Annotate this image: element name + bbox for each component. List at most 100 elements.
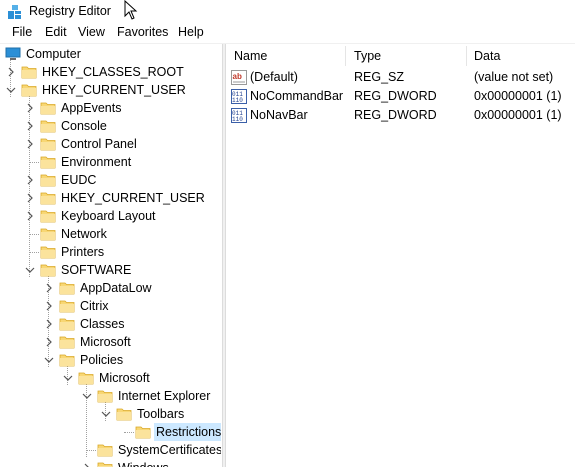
menu-help[interactable]: Help <box>176 25 206 39</box>
chevron-right-icon[interactable] <box>44 319 54 329</box>
folder-icon <box>59 318 75 331</box>
folder-icon <box>59 336 75 349</box>
tree-node-label: Keyboard Layout <box>61 209 156 223</box>
value-type: REG_DWORD <box>354 89 437 103</box>
folder-icon <box>97 444 113 457</box>
folder-icon <box>40 174 56 187</box>
folder-icon <box>97 462 113 467</box>
chevron-right-icon[interactable] <box>44 301 54 311</box>
chevron-right-icon[interactable] <box>25 121 35 131</box>
value-name: NoCommandBar <box>250 89 344 103</box>
folder-icon <box>40 264 56 277</box>
chevron-right-icon[interactable] <box>82 463 92 467</box>
tree-connector <box>29 252 39 254</box>
dword-value-icon: 011 110 <box>231 108 247 123</box>
tree-node-label: HKEY_CURRENT_USER <box>42 83 186 97</box>
value-data: (value not set) <box>474 70 554 84</box>
value-data: 0x00000001 (1) <box>474 89 562 103</box>
folder-icon <box>40 228 56 241</box>
folder-icon <box>78 372 94 385</box>
value-row[interactable]: ab (Default) REG_SZ (value not set) <box>226 68 575 87</box>
tree-node-label: AppDataLow <box>80 281 152 295</box>
menu-bar: File Edit View Favorites Help <box>0 23 575 43</box>
column-divider[interactable] <box>466 46 467 66</box>
svg-text:ab: ab <box>233 72 242 81</box>
tree-node-label: Control Panel <box>61 137 137 151</box>
chevron-right-icon[interactable] <box>6 67 16 77</box>
chevron-down-icon[interactable] <box>25 265 35 275</box>
folder-icon <box>40 210 56 223</box>
column-header-name[interactable]: Name <box>234 49 267 63</box>
tree-connector <box>86 450 96 452</box>
tree-node-label: EUDC <box>61 173 97 187</box>
folder-icon <box>21 66 37 79</box>
dword-value-icon: 011 110 <box>231 89 247 104</box>
tree-node-label: Computer <box>26 47 81 61</box>
chevron-right-icon[interactable] <box>44 337 54 347</box>
value-row[interactable]: 011 110 NoNavBar REG_DWORD 0x00000001 (1… <box>226 106 575 125</box>
registry-editor-icon <box>8 5 21 19</box>
folder-icon <box>40 102 56 115</box>
value-name: NoNavBar <box>250 108 308 122</box>
tree-connector <box>29 234 39 236</box>
folder-icon <box>40 192 56 205</box>
tree-node-label: Microsoft <box>80 335 131 349</box>
value-type: REG_SZ <box>354 70 405 84</box>
chevron-down-icon[interactable] <box>101 409 111 419</box>
tree-node-label: Microsoft <box>99 371 150 385</box>
menu-view[interactable]: View <box>76 25 107 39</box>
string-value-icon: ab <box>231 70 247 85</box>
mouse-cursor-icon <box>124 0 138 20</box>
tree-node-label: Console <box>61 119 107 133</box>
tree-node-label: Restrictions <box>154 423 221 441</box>
folder-icon <box>59 354 75 367</box>
column-header-data[interactable]: Data <box>474 49 500 63</box>
chevron-down-icon[interactable] <box>63 373 73 383</box>
tree-connector <box>29 162 39 164</box>
menu-edit[interactable]: Edit <box>43 25 69 39</box>
folder-icon <box>40 246 56 259</box>
menu-favorites[interactable]: Favorites <box>115 25 170 39</box>
tree-node-label: AppEvents <box>61 101 122 115</box>
folder-icon <box>116 408 132 421</box>
folder-icon <box>97 390 113 403</box>
tree-node-label: Network <box>61 227 107 241</box>
chevron-right-icon[interactable] <box>25 103 35 113</box>
column-header-type[interactable]: Type <box>354 49 381 63</box>
folder-icon <box>40 156 56 169</box>
chevron-right-icon[interactable] <box>44 283 54 293</box>
chevron-down-icon[interactable] <box>82 391 92 401</box>
tree-node-label: Classes <box>80 317 125 331</box>
tree-connector <box>124 432 134 434</box>
chevron-right-icon[interactable] <box>25 139 35 149</box>
svg-text:110: 110 <box>232 116 243 123</box>
chevron-right-icon[interactable] <box>25 193 35 203</box>
chevron-right-icon[interactable] <box>25 211 35 221</box>
tree-node-label: Environment <box>61 155 132 169</box>
svg-text:110: 110 <box>232 97 243 104</box>
menu-file[interactable]: File <box>10 25 34 39</box>
folder-icon <box>59 282 75 295</box>
tree-node-label: SOFTWARE <box>61 263 132 277</box>
folder-icon <box>40 138 56 151</box>
chevron-down-icon[interactable] <box>44 355 54 365</box>
value-row[interactable]: 011 110 NoCommandBar REG_DWORD 0x0000000… <box>226 87 575 106</box>
value-type: REG_DWORD <box>354 108 437 122</box>
tree-node-label: Printers <box>61 245 105 259</box>
tree-node-label: HKEY_CURRENT_USER <box>61 191 205 205</box>
column-divider[interactable] <box>345 46 346 66</box>
title-bar: Registry Editor <box>0 0 575 22</box>
tree-node-label: Toolbars <box>137 407 185 421</box>
tree-node-label: SystemCertificates <box>118 443 221 457</box>
folder-icon <box>59 300 75 313</box>
folder-icon <box>40 120 56 133</box>
folder-icon <box>21 84 37 97</box>
registry-tree[interactable]: Computer HKEY_CLASSES_ROOT HKEY_CURRENT_U… <box>0 44 221 467</box>
tree-node-label: Internet Explorer <box>118 389 211 403</box>
values-list[interactable]: Name Type Data ab (Default) REG_SZ (valu… <box>226 44 575 467</box>
chevron-right-icon[interactable] <box>25 175 35 185</box>
tree-node-label: HKEY_CLASSES_ROOT <box>42 65 184 79</box>
tree-node-label: Policies <box>80 353 124 367</box>
chevron-down-icon[interactable] <box>6 85 16 95</box>
value-data: 0x00000001 (1) <box>474 108 562 122</box>
